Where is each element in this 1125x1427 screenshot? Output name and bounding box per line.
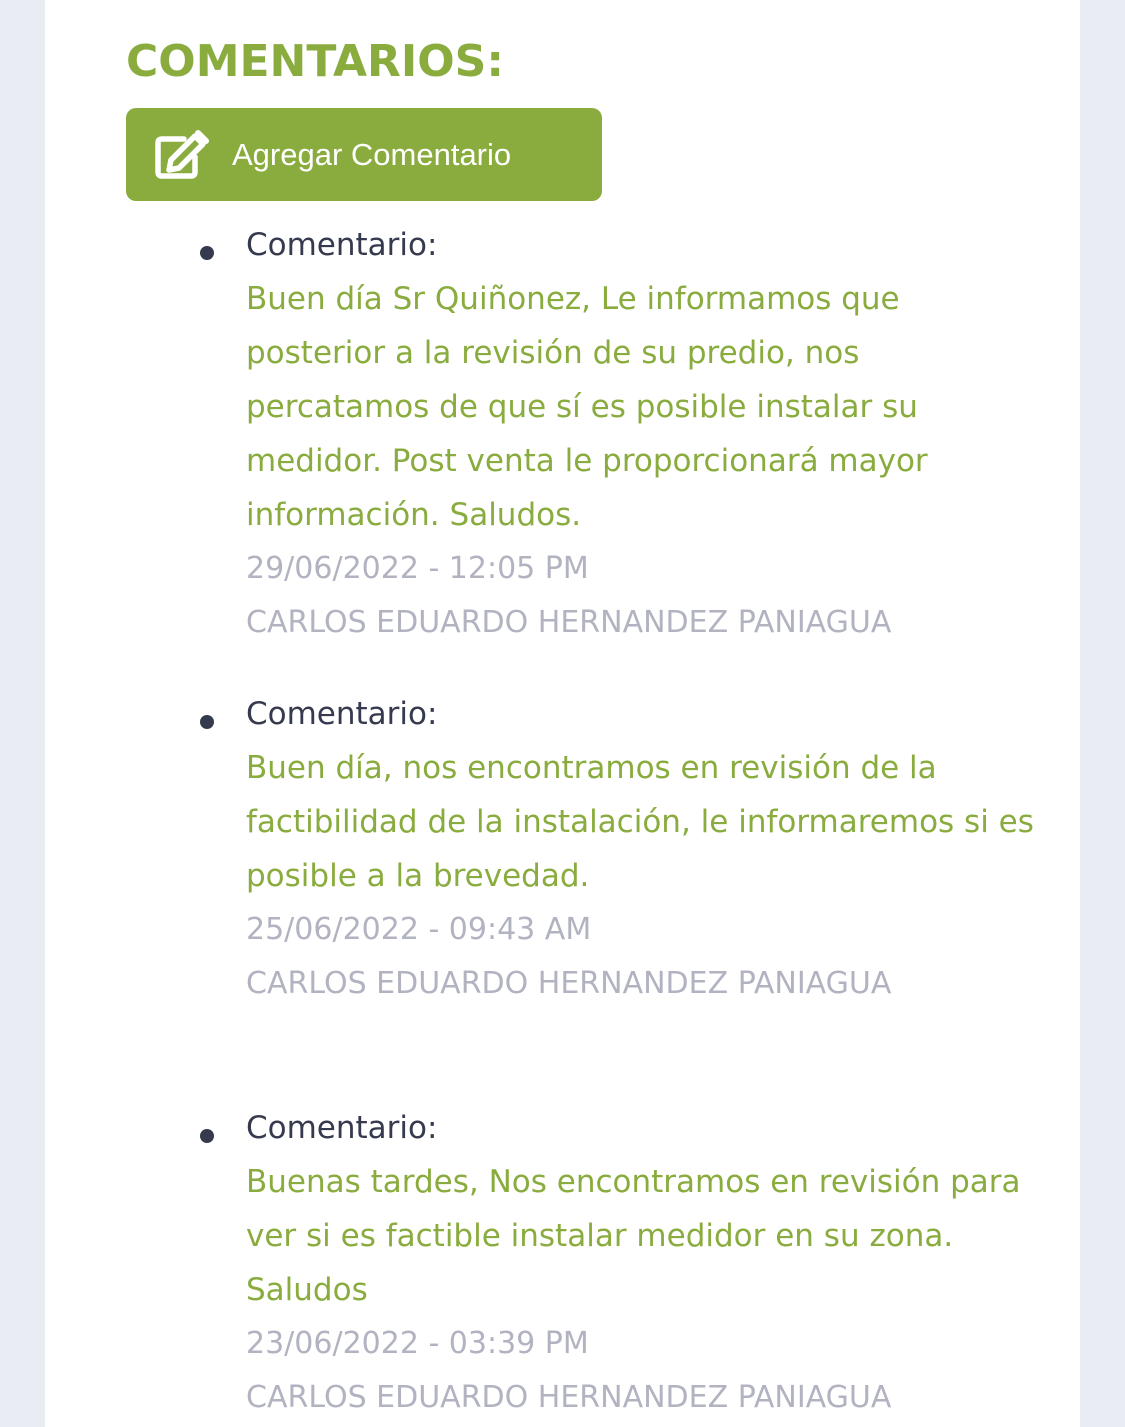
comment-date: 29/06/2022 - 12:05 PM	[246, 551, 589, 586]
bullet-icon	[200, 1129, 214, 1143]
comment-label: Comentario:	[246, 227, 438, 263]
comment-author: CARLOS EDUARDO HERNANDEZ PANIAGUA	[246, 966, 892, 1001]
comment-date: 25/06/2022 - 09:43 AM	[246, 912, 592, 947]
comment-text: Buenas tardes, Nos encontramos en revisi…	[246, 1164, 1021, 1308]
comment-date: 23/06/2022 - 03:39 PM	[246, 1326, 589, 1361]
comment-text: Buen día Sr Quiñonez, Le informamos que …	[246, 281, 928, 533]
comment-text: Buen día, nos encontramos en revisión de…	[246, 750, 1034, 894]
add-comment-button[interactable]: Agregar Comentario	[126, 108, 602, 201]
section-title: COMENTARIOS:	[126, 36, 504, 87]
edit-icon	[154, 129, 210, 180]
bullet-icon	[200, 246, 214, 260]
add-comment-label: Agregar Comentario	[232, 136, 512, 172]
comment-label: Comentario:	[246, 1110, 438, 1146]
comments-card: COMENTARIOS: Agregar Comentario Comentar…	[45, 0, 1080, 1427]
comment-label: Comentario:	[246, 696, 438, 732]
bullet-icon	[200, 715, 214, 729]
comment-author: CARLOS EDUARDO HERNANDEZ PANIAGUA	[246, 605, 892, 640]
comment-author: CARLOS EDUARDO HERNANDEZ PANIAGUA	[246, 1380, 892, 1415]
